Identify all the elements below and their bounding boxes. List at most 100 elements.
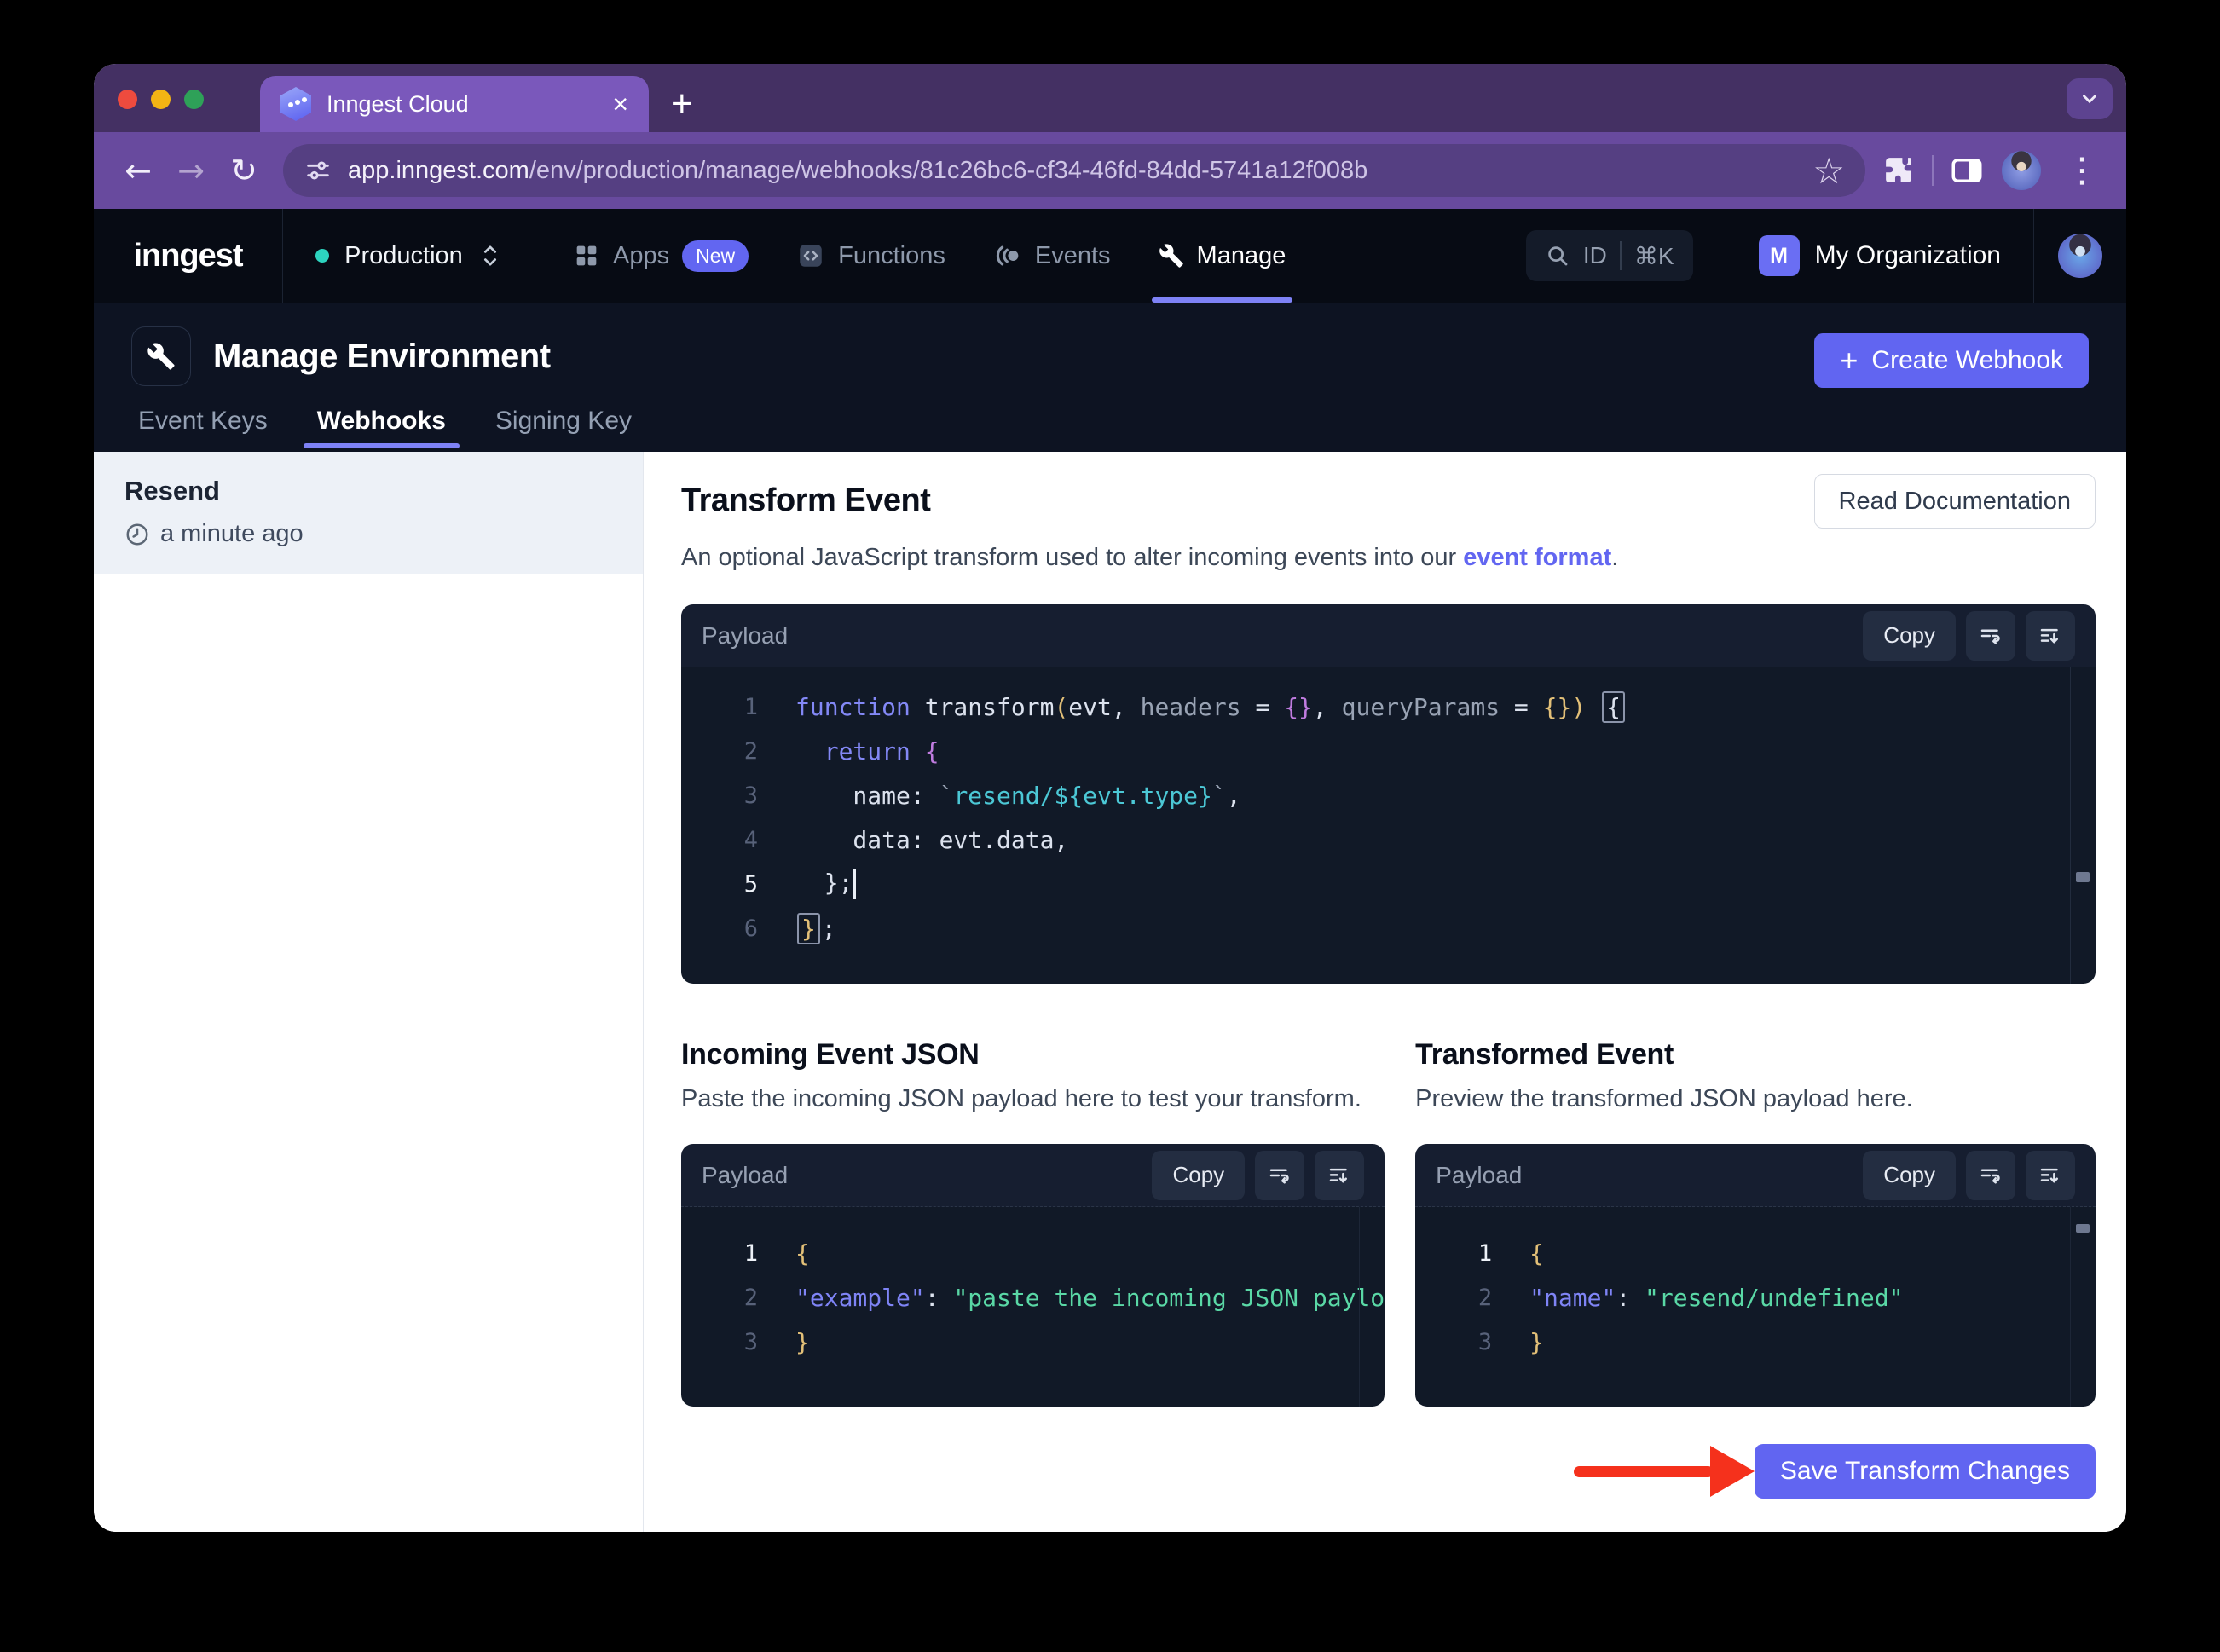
word-wrap-icon [1980, 1169, 2000, 1183]
code-line[interactable]: 2 "example": "paste the incoming JSON pay… [681, 1275, 1385, 1320]
page-header: Manage Environment + Create Webhook Even… [94, 303, 2126, 452]
transformed-description: Preview the transformed JSON payload her… [1415, 1085, 1913, 1112]
editor-scrollbar[interactable] [2070, 667, 2096, 984]
save-transform-changes-button[interactable]: Save Transform Changes [1754, 1444, 2096, 1499]
code-text: }; [795, 912, 836, 944]
create-webhook-button[interactable]: + Create Webhook [1814, 333, 2089, 388]
env-label: Production [344, 241, 463, 269]
code-text: { [1529, 1239, 1545, 1268]
code-line[interactable]: 3 name: `resend/${evt.type}`, [681, 773, 2096, 817]
code-line[interactable]: 2 return { [681, 729, 2096, 773]
lines-down-arrow-icon [1329, 1168, 1348, 1182]
new-badge: New [682, 240, 749, 272]
search-input[interactable]: ID ⌘K [1525, 230, 1693, 281]
env-status-dot-icon [315, 249, 330, 263]
lines-down-arrow-icon [2040, 628, 2058, 643]
tab-close-icon[interactable]: × [612, 90, 628, 118]
scrollbar-thumb[interactable] [2076, 1224, 2090, 1233]
user-menu[interactable] [2034, 209, 2126, 303]
webhook-list-item-selected[interactable]: Resend a minute ago [94, 452, 643, 574]
nav-item-label: Functions [838, 241, 945, 269]
tab-search-chevron-icon[interactable] [2067, 78, 2113, 119]
panel-scrollbar[interactable] [1359, 1207, 1385, 1407]
read-documentation-button[interactable]: Read Documentation [1813, 474, 2096, 529]
word-wrap-button[interactable] [1966, 1150, 2015, 1200]
code-line[interactable]: 3} [681, 1320, 1385, 1364]
panel-title: Payload [1436, 1161, 1523, 1188]
minimize-window-button[interactable] [151, 90, 171, 109]
browser-tab[interactable]: Inngest Cloud × [260, 76, 649, 132]
code-line[interactable]: 1 function transform(evt, headers = {}, q… [681, 684, 2096, 729]
code-text: name: `resend/${evt.type}`, [795, 781, 1241, 810]
code-line[interactable]: 1{ [681, 1231, 1385, 1275]
code-line[interactable]: 4 data: evt.data, [681, 817, 2096, 862]
nav-item-events[interactable]: Events [993, 209, 1111, 303]
word-wrap-button[interactable] [1255, 1150, 1305, 1200]
copy-button[interactable]: Copy [1152, 1150, 1246, 1200]
panel-scrollbar[interactable] [2070, 1207, 2096, 1407]
tab-event-keys[interactable]: Event Keys [138, 407, 268, 448]
transformed-title: Transformed Event [1415, 1038, 1674, 1071]
window-controls [118, 90, 204, 109]
code-text: { [795, 1239, 810, 1268]
nav-item-manage[interactable]: Manage [1151, 209, 1293, 303]
scroll-follow-button[interactable] [2026, 610, 2075, 661]
line-number: 4 [743, 826, 758, 853]
word-wrap-button[interactable] [1966, 610, 2015, 661]
transformed-json-preview: 1{2 "name": "resend/undefined" 3} [1415, 1207, 2096, 1407]
address-bar[interactable]: app.inngest.com/env/production/manage/we… [283, 144, 1865, 197]
nav-item-functions[interactable]: Functions [796, 209, 945, 303]
nav-item-label: Events [1034, 241, 1111, 269]
browser-menu-icon[interactable]: ⋮ [2058, 151, 2106, 190]
tab-signing-key[interactable]: Signing Key [495, 407, 632, 448]
side-panel-icon[interactable] [1949, 153, 1985, 188]
transform-code-editor[interactable]: 1 function transform(evt, headers = {}, q… [681, 667, 2096, 984]
line-number: 1 [1477, 1239, 1493, 1267]
event-format-link[interactable]: event format [1463, 544, 1611, 571]
scroll-follow-button[interactable] [1315, 1150, 1365, 1200]
incoming-title: Incoming Event JSON [681, 1038, 980, 1071]
line-number: 1 [743, 693, 758, 720]
functions-icon [800, 245, 822, 267]
new-tab-button[interactable]: + [649, 76, 715, 132]
browser-tab-strip: Inngest Cloud × + [94, 64, 2126, 132]
close-window-button[interactable] [118, 90, 137, 109]
bookmark-star-icon[interactable]: ☆ [1812, 150, 1845, 192]
back-button[interactable]: ← [114, 147, 162, 194]
word-wrap-icon [1980, 629, 2000, 644]
site-settings-icon[interactable] [304, 156, 332, 185]
search-divider [1619, 241, 1622, 270]
code-line[interactable]: 6}; [681, 906, 2096, 950]
url-text[interactable]: app.inngest.com/env/production/manage/we… [348, 157, 1797, 185]
webhooks-sidebar: Resend a minute ago [94, 452, 644, 1532]
code-line[interactable]: 5 }; [681, 862, 2096, 906]
inngest-favicon-icon [280, 87, 311, 121]
reload-button[interactable]: ↻ [220, 147, 268, 194]
panel-actions: Copy [1152, 1150, 1365, 1200]
user-avatar[interactable] [2058, 234, 2102, 278]
browser-profile-avatar[interactable] [2002, 151, 2041, 190]
description-period: . [1611, 544, 1619, 571]
nav-item-apps[interactable]: Apps New [573, 209, 749, 303]
extensions-icon[interactable] [1881, 153, 1916, 188]
chevron-up-down-icon [483, 245, 496, 266]
editor-header: Payload Copy [681, 604, 2096, 667]
environment-switcher[interactable]: Production [283, 209, 535, 303]
scrollbar-thumb[interactable] [2076, 872, 2090, 882]
forward-button[interactable]: → [167, 147, 215, 194]
tab-webhooks[interactable]: Webhooks [303, 407, 460, 448]
scroll-follow-button[interactable] [2026, 1150, 2075, 1200]
maximize-window-button[interactable] [184, 90, 204, 109]
logo-section[interactable]: inngest [94, 209, 283, 303]
copy-button[interactable]: Copy [1863, 610, 1956, 661]
copy-button[interactable]: Copy [1863, 1150, 1956, 1200]
panel-actions: Copy [1863, 1150, 2075, 1200]
code-text: } [1529, 1327, 1545, 1356]
section-description: An optional JavaScript transform used to… [681, 544, 2096, 572]
organization-menu[interactable]: M My Organization [1726, 209, 2033, 303]
clock-icon [126, 523, 148, 545]
transformed-panel-header: Payload Copy [1415, 1144, 2096, 1207]
incoming-json-editor[interactable]: 1{2 "example": "paste the incoming JSON p… [681, 1207, 1385, 1407]
content-area: Resend a minute ago Transform Event Read… [94, 452, 2126, 1532]
nav-right: ID ⌘K M My Organization [1525, 209, 2126, 303]
